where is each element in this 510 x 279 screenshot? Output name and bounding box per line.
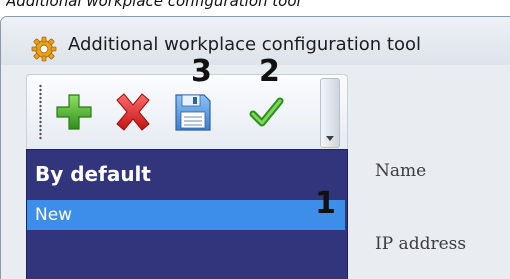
ip-address-label: IP address	[375, 234, 467, 254]
apply-button[interactable]	[241, 87, 291, 137]
top-caption: Additional workplace configuration tool	[6, 0, 301, 10]
callout-save: 3	[191, 54, 212, 89]
list-item-label: New	[35, 205, 73, 225]
toolbar-grip[interactable]	[38, 84, 43, 140]
chevron-down-icon	[326, 136, 334, 141]
configuration-list: By default New	[26, 149, 348, 279]
name-label: Name	[375, 161, 427, 181]
app-window: Additional workplace configuration tool	[0, 16, 510, 279]
window-title: Additional workplace configuration tool	[68, 34, 421, 55]
add-button[interactable]	[49, 87, 99, 137]
gear-icon	[31, 36, 57, 62]
list-item-new[interactable]: New	[27, 200, 345, 230]
callout-apply: 2	[259, 54, 280, 89]
title-bar: Additional workplace configuration tool	[1, 17, 510, 65]
list-header: By default	[35, 162, 151, 186]
toolbar	[26, 74, 348, 152]
plus-icon	[56, 94, 92, 130]
delete-button[interactable]	[107, 87, 157, 137]
delete-x-icon	[116, 93, 150, 131]
callout-list-item: 1	[315, 186, 336, 221]
toolbar-overflow-button[interactable]	[320, 78, 340, 148]
save-button[interactable]	[167, 87, 217, 137]
checkmark-icon	[249, 97, 284, 127]
save-icon	[175, 94, 211, 131]
